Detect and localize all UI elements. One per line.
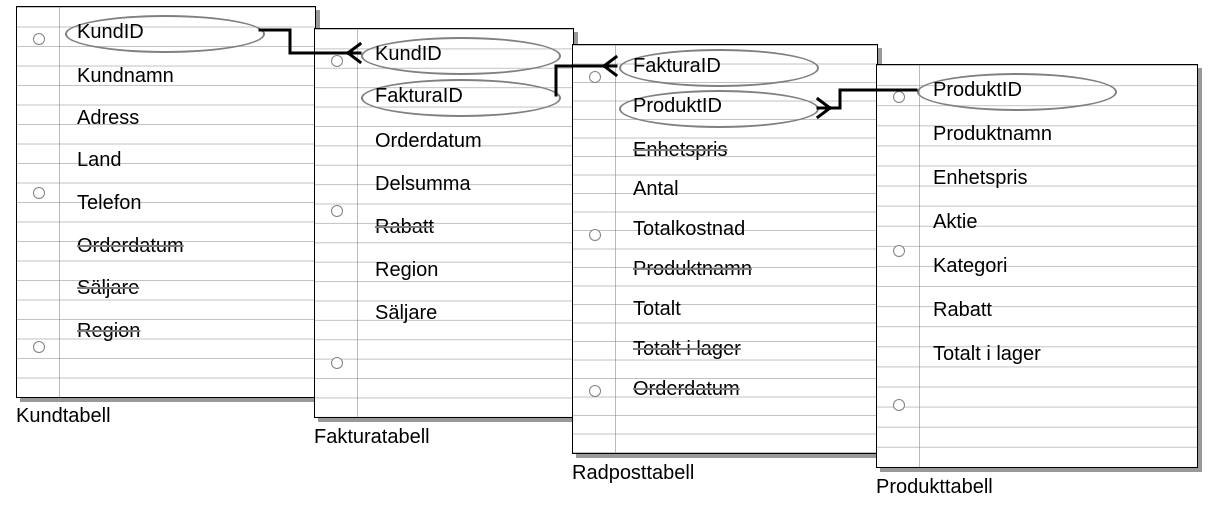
field-enhetspris-removed: Enhetspris [633, 139, 728, 162]
field-kategori: Kategori [933, 255, 1008, 278]
field-kundid: KundID [77, 21, 144, 44]
field-saljare-removed: Säljare [77, 277, 139, 300]
field-produktid: ProduktID [933, 79, 1022, 102]
entity-card-radpost: FakturaID ProduktID Enhetspris Antal Tot… [572, 44, 878, 454]
field-antal: Antal [633, 178, 679, 201]
field-totalt: Totalt [633, 298, 681, 321]
entity-card-kund: KundID Kundnamn Adress Land Telefon Orde… [16, 6, 316, 398]
entity-card-faktura: KundID FakturaID Orderdatum Delsumma Rab… [314, 28, 574, 418]
field-produktnamn-removed: Produktnamn [633, 258, 752, 281]
field-region-removed: Region [77, 320, 140, 343]
field-orderdatum-removed: Orderdatum [77, 235, 184, 258]
field-fakturaid-fk: FakturaID [633, 55, 721, 78]
field-kundnamn: Kundnamn [77, 65, 174, 88]
field-orderdatum: Orderdatum [375, 130, 482, 153]
field-land: Land [77, 149, 122, 172]
entity-card-produkt: ProduktID Produktnamn Enhetspris Aktie K… [876, 64, 1198, 468]
field-rabatt-removed: Rabatt [375, 216, 434, 239]
field-fakturaid: FakturaID [375, 85, 463, 108]
field-aktie: Aktie [933, 211, 977, 234]
entity-caption-produkt: Produkttabell [876, 476, 993, 499]
field-orderdatum-removed-radpost: Orderdatum [633, 378, 740, 401]
field-totalkostnad: Totalkostnad [633, 218, 745, 241]
field-enhetspris: Enhetspris [933, 167, 1028, 190]
field-totaltilager: Totalt i lager [933, 343, 1041, 366]
entity-caption-faktura: Fakturatabell [314, 426, 430, 449]
field-region: Region [375, 259, 438, 282]
field-totaltilager-removed: Totalt i lager [633, 338, 741, 361]
field-produktnamn: Produktnamn [933, 123, 1052, 146]
entity-caption-radpost: Radposttabell [572, 462, 694, 485]
field-adress: Adress [77, 107, 139, 130]
field-saljare: Säljare [375, 302, 437, 325]
entity-caption-kund: Kundtabell [16, 405, 111, 428]
field-produktid-fk: ProduktID [633, 95, 722, 118]
field-telefon: Telefon [77, 192, 142, 215]
field-delsumma: Delsumma [375, 173, 471, 196]
field-rabatt: Rabatt [933, 299, 992, 322]
field-kundid-fk: KundID [375, 43, 442, 66]
